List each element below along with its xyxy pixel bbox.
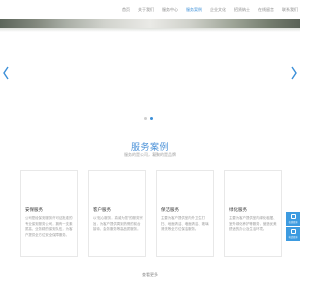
- nav-item-home[interactable]: 首页: [118, 7, 134, 15]
- top-navigation-bar: 首页 关于我们 服务中心 服务案例 企业文化 招贤纳士 在线留言 联系我们: [0, 0, 300, 19]
- floating-contact-widget: 在线咨询 电话咨询: [286, 212, 300, 242]
- nav-item-culture[interactable]: 企业文化: [206, 7, 230, 15]
- banner-dot-2[interactable]: [150, 117, 153, 120]
- card-description: 公司是经保安服务许可证批准的专业保安服务公司，拥有一支素质高、业务精的保安队伍，…: [25, 216, 73, 237]
- nav-item-services[interactable]: 服务中心: [158, 7, 182, 15]
- view-more-link[interactable]: 查看更多: [0, 272, 300, 278]
- nav-item-about[interactable]: 关于我们: [134, 7, 158, 15]
- phone-icon: [290, 229, 296, 234]
- phone-consult-button[interactable]: 电话咨询: [286, 227, 300, 241]
- hero-banner: [0, 19, 300, 121]
- main-nav: 首页 关于我们 服务中心 服务案例 企业文化 招贤纳士 在线留言 联系我们: [118, 7, 302, 15]
- side-button-label: 电话咨询: [288, 237, 298, 239]
- card-title: 绿化服务: [229, 207, 247, 212]
- chat-icon: [290, 214, 296, 219]
- case-card-cleaning[interactable]: 保洁服务 主要为客户提供室内外卫生打扫、地面清洁、墙面清洁、玻璃清洗等全方位保洁…: [156, 170, 214, 257]
- card-title: 客户服务: [93, 207, 111, 212]
- nav-item-cases[interactable]: 服务案例: [182, 7, 206, 15]
- section-subtitle: 服务的是公司，凝聚的是品牌: [124, 152, 176, 157]
- card-title: 保洁服务: [161, 207, 179, 212]
- card-title: 安保服务: [25, 207, 43, 212]
- banner-next-button[interactable]: [290, 66, 298, 80]
- case-card-greening[interactable]: 绿化服务 主要为客户提供室内绿化租摆、室外绿化养护等服务，营造优美舒适的办公及生…: [224, 170, 282, 257]
- banner-fade: [0, 28, 300, 32]
- card-description: 主要为客户提供室内外卫生打扫、地面清洁、墙面清洁、玻璃清洗等全方位保洁服务。: [161, 216, 209, 232]
- case-card-customer[interactable]: 客户服务 以“贴心服务，真诚为您”的服务宗旨，为客户提供周到热情的前台接待、会务…: [88, 170, 146, 257]
- chevron-right-icon: [291, 66, 297, 80]
- card-description: 主要为客户提供室内绿化租摆、室外绿化养护等服务，营造优美舒适的办公及生活环境。: [229, 216, 277, 232]
- online-consult-button[interactable]: 在线咨询: [286, 212, 300, 226]
- banner-pagination: [144, 117, 153, 120]
- case-cards: 安保服务 公司是经保安服务许可证批准的专业保安服务公司，拥有一支素质高、业务精的…: [20, 170, 282, 257]
- nav-item-careers[interactable]: 招贤纳士: [230, 7, 254, 15]
- banner-image-strip: [0, 19, 300, 28]
- banner-prev-button[interactable]: [2, 66, 10, 80]
- card-description: 以“贴心服务，真诚为您”的服务宗旨，为客户提供周到热情的前台接待、会务服务等高品…: [93, 216, 143, 232]
- nav-item-message[interactable]: 在线留言: [254, 7, 278, 15]
- chevron-left-icon: [3, 66, 9, 80]
- case-card-security[interactable]: 安保服务 公司是经保安服务许可证批准的专业保安服务公司，拥有一支素质高、业务精的…: [20, 170, 78, 257]
- banner-dot-1[interactable]: [144, 117, 147, 120]
- side-button-label: 在线咨询: [288, 222, 298, 224]
- nav-item-contact[interactable]: 联系我们: [278, 7, 302, 15]
